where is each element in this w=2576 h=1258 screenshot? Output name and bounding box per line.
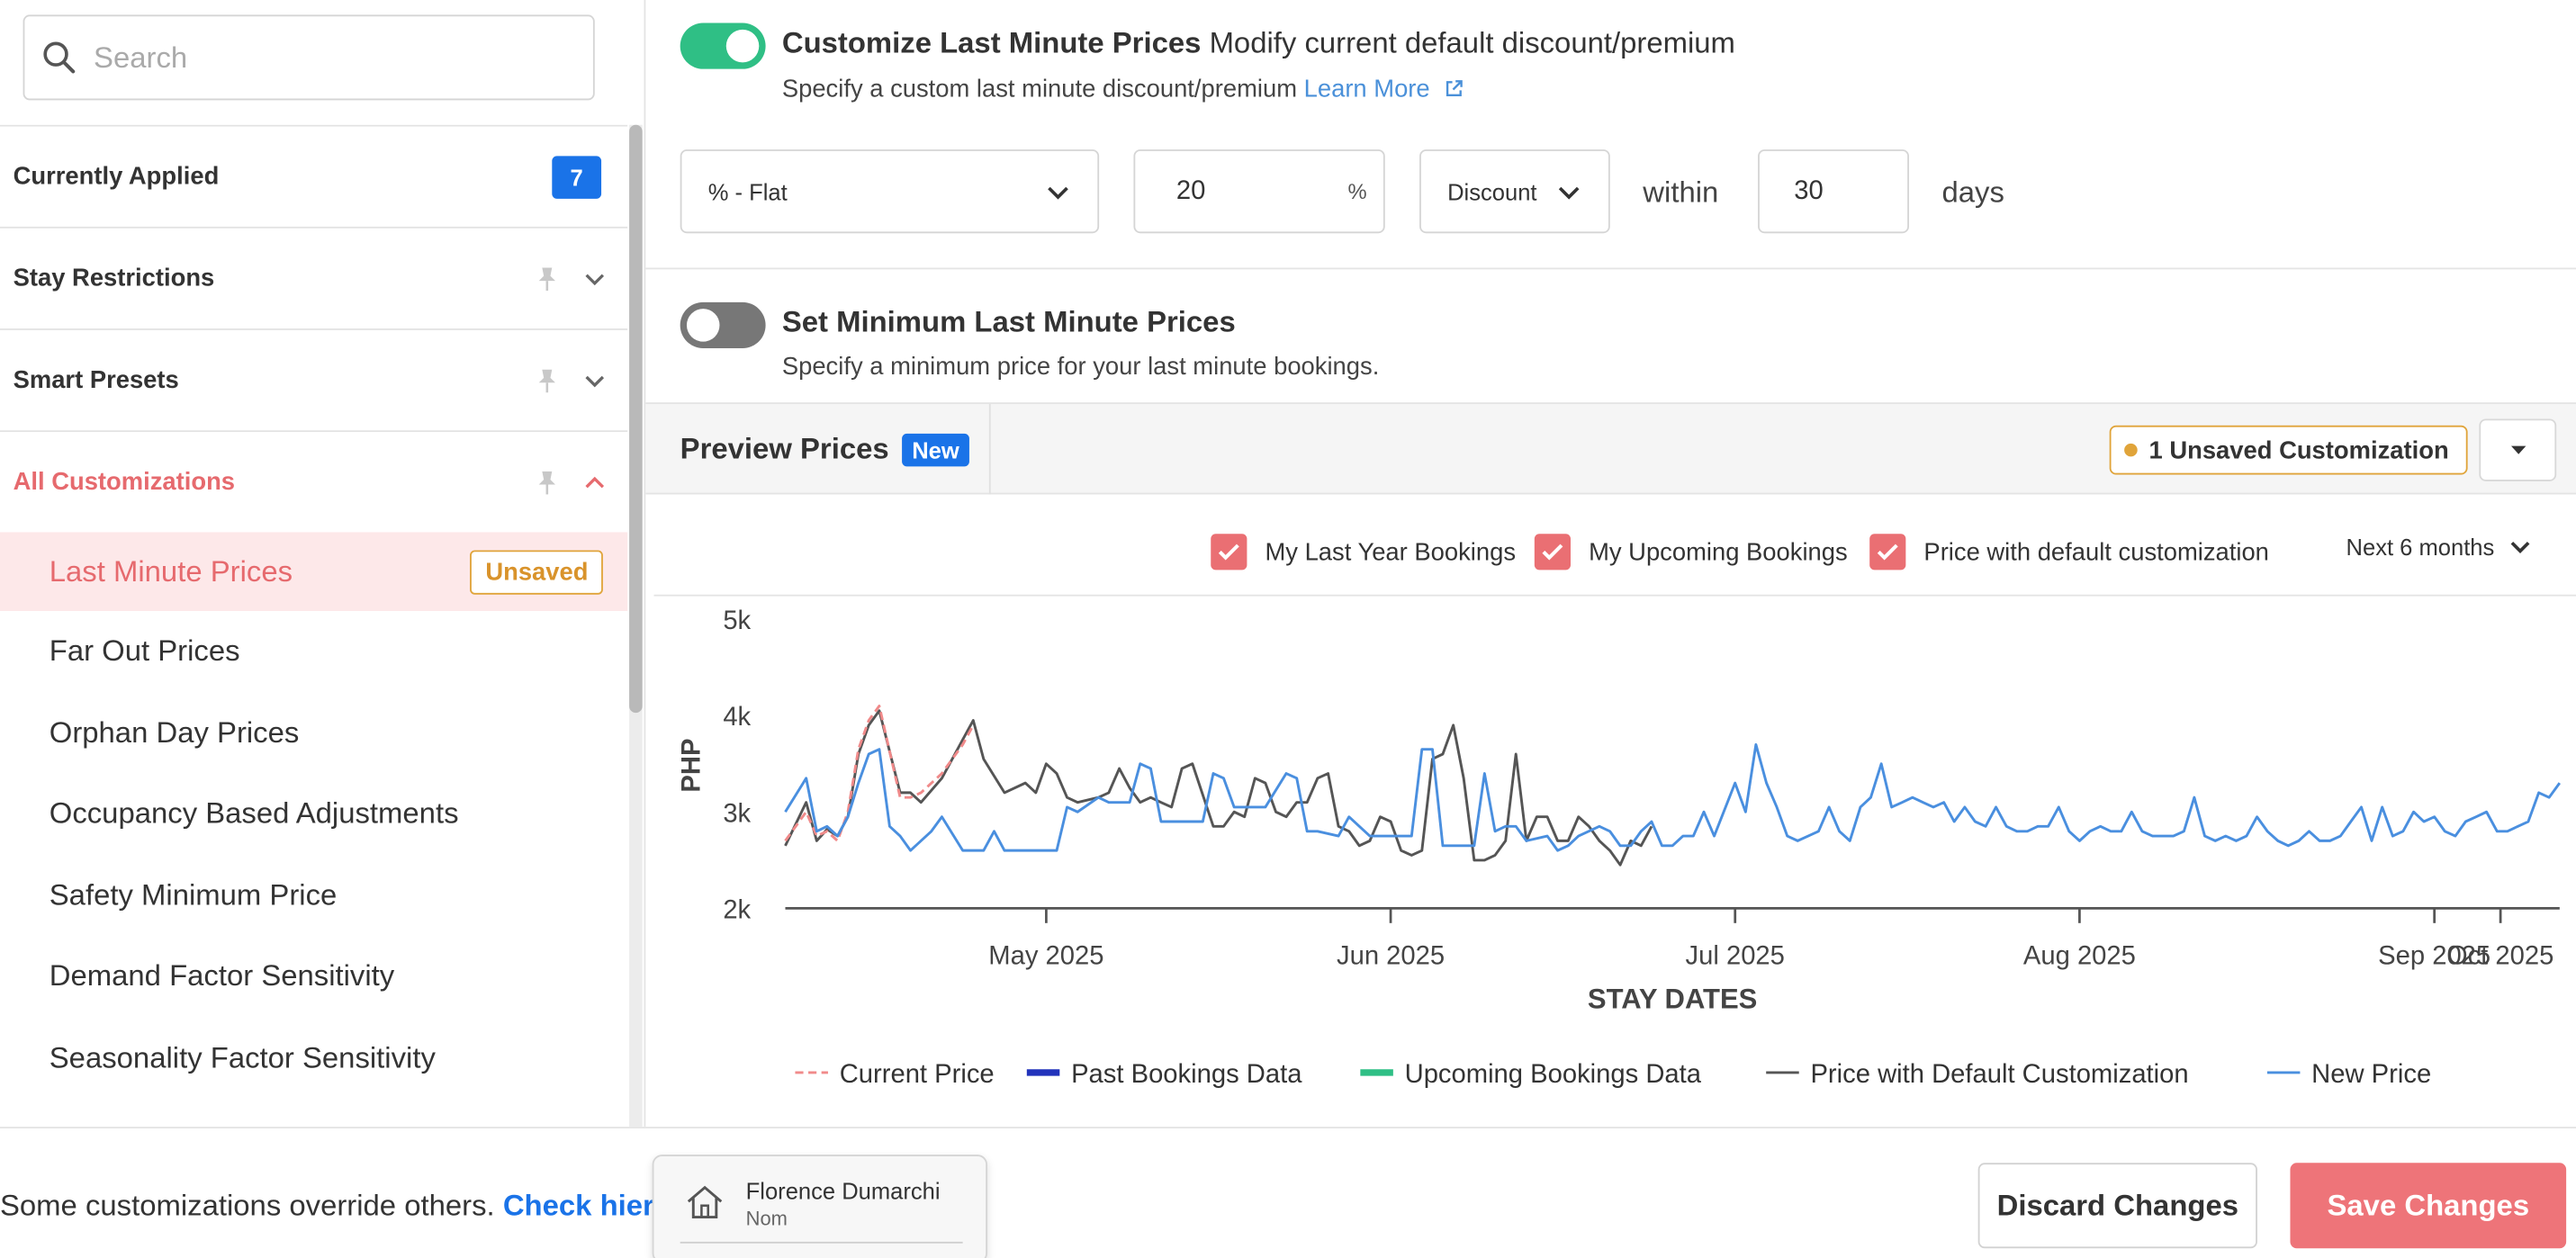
legend-label: New Price <box>2311 1060 2431 1089</box>
section-label: Smart Presets <box>13 366 179 395</box>
applied-count-badge: 7 <box>552 155 602 198</box>
scrollbar-thumb[interactable] <box>629 124 643 714</box>
sidebar-item-far-out-prices[interactable]: Far Out Prices <box>0 611 627 692</box>
section-smart-presets[interactable]: Smart Presets <box>0 328 628 430</box>
sidebar-item-seasonality-factor[interactable]: Seasonality Factor Sensitivity <box>0 1018 627 1099</box>
y-tick-label: 5k <box>723 607 751 635</box>
section-label: Currently Applied <box>13 162 220 191</box>
y-axis-label: PHP <box>678 739 707 793</box>
save-changes-button[interactable]: Save Changes <box>2290 1163 2567 1249</box>
sidebar: Currently Applied 7 Stay Restrictions Sm… <box>0 0 646 1128</box>
search-input[interactable] <box>94 40 554 76</box>
sidebar-item-demand-factor[interactable]: Demand Factor Sensitivity <box>0 936 627 1017</box>
x-axis-label: STAY DATES <box>1588 984 1757 1015</box>
section-currently-applied[interactable]: Currently Applied 7 <box>0 124 628 227</box>
search-icon <box>43 41 76 74</box>
series-line <box>784 709 1653 867</box>
footer-note-text: Some customizations override others. <box>0 1189 495 1223</box>
sidebar-item-label: Orphan Day Prices <box>49 715 300 749</box>
footer-note: Some customizations override others. Che… <box>0 1190 734 1224</box>
chevron-down-icon[interactable] <box>581 367 608 393</box>
sidebar-item-safety-minimum-price[interactable]: Safety Minimum Price <box>0 855 627 936</box>
section-label: All Customizations <box>13 468 236 497</box>
listing-name: Florence Dumarchi <box>745 1177 941 1204</box>
sidebar-scrollbar[interactable] <box>629 124 643 1128</box>
legend-label: Upcoming Bookings Data <box>1405 1060 1702 1089</box>
listing-card[interactable]: Florence Dumarchi Nom <box>652 1155 988 1258</box>
series-line <box>784 742 2561 852</box>
pin-icon[interactable] <box>536 367 559 393</box>
section-label: Stay Restrictions <box>13 264 215 292</box>
sidebar-item-label: Safety Minimum Price <box>49 878 338 912</box>
sidebar-list: Currently Applied 7 Stay Restrictions Sm… <box>0 124 628 1127</box>
sidebar-item-label: Last Minute Prices <box>49 554 293 588</box>
section-stay-restrictions[interactable]: Stay Restrictions <box>0 226 628 328</box>
sidebar-item-occupancy-adjustments[interactable]: Occupancy Based Adjustments <box>0 774 627 855</box>
home-icon <box>687 1185 723 1219</box>
x-tick-label: May 2025 <box>988 941 1103 970</box>
pin-icon[interactable] <box>536 265 559 292</box>
pin-icon[interactable] <box>536 469 559 495</box>
y-tick-label: 3k <box>723 799 751 828</box>
section-all-customizations[interactable]: All Customizations <box>0 430 628 532</box>
sidebar-item-label: Occupancy Based Adjustments <box>49 796 459 831</box>
y-tick-label: 4k <box>723 703 751 732</box>
legend-label: Price with Default Customization <box>1810 1060 2188 1089</box>
search-box[interactable] <box>23 14 595 101</box>
main-panel: Customize Last Minute Prices Modify curr… <box>645 0 2576 1127</box>
price-chart: 2k 3k 4k 5k May 2025 Jun 2025 Jul 2025 Aug 2025… <box>678 607 2561 1089</box>
chevron-up-icon[interactable] <box>581 469 608 495</box>
listing-sub: Nom <box>745 1207 788 1231</box>
card-divider <box>680 1241 963 1244</box>
legend-label: Past Bookings Data <box>1071 1060 1302 1089</box>
x-tick-label: Jul 2025 <box>1686 941 1785 970</box>
x-tick-label: Oct 2025 <box>2447 941 2553 970</box>
unsaved-badge: Unsaved <box>470 549 603 594</box>
x-tick-label: Aug 2025 <box>2023 941 2136 970</box>
chevron-down-icon[interactable] <box>581 265 608 292</box>
discard-changes-button[interactable]: Discard Changes <box>1977 1163 2257 1249</box>
x-tick-label: Jun 2025 <box>1337 941 1445 970</box>
legend-label: Current Price <box>840 1060 995 1089</box>
sidebar-item-label: Seasonality Factor Sensitivity <box>49 1040 436 1074</box>
y-tick-label: 2k <box>723 895 751 924</box>
sidebar-item-label: Demand Factor Sensitivity <box>49 959 395 993</box>
sidebar-item-orphan-day-prices[interactable]: Orphan Day Prices <box>0 692 627 773</box>
sidebar-item-label: Far Out Prices <box>49 634 240 668</box>
sidebar-item-last-minute-prices[interactable]: Last Minute Prices Unsaved <box>0 532 628 612</box>
